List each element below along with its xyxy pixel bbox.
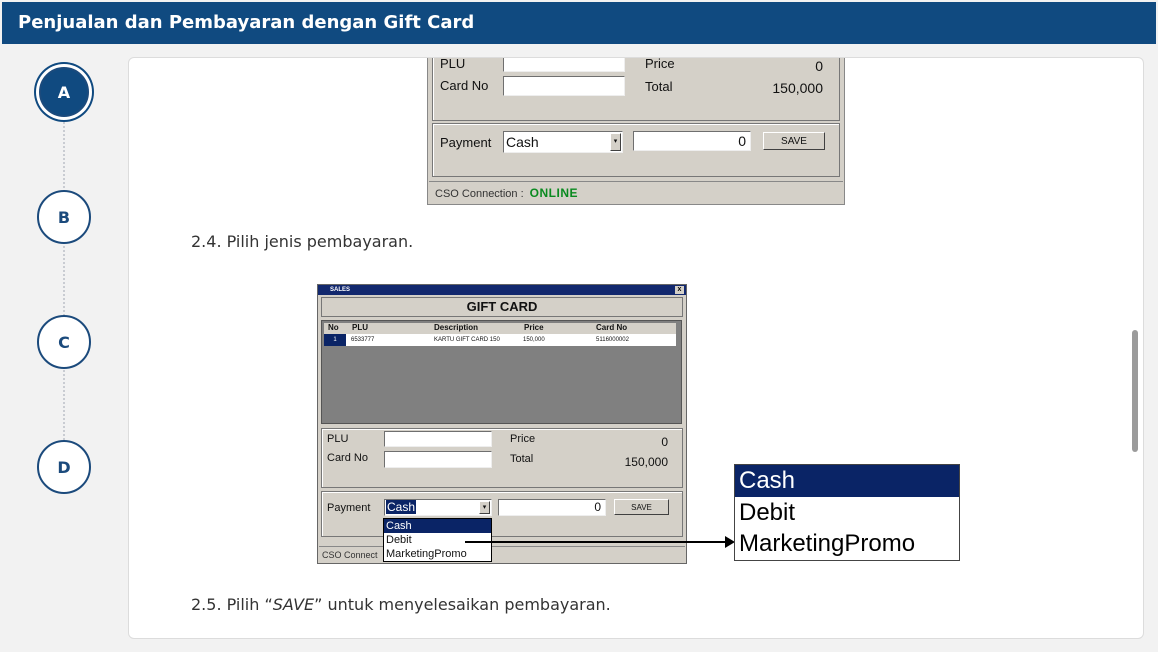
- status-label: CSO Connect: [322, 550, 378, 560]
- payment-group: Payment Cash ▾ 0 SAVE: [321, 491, 683, 537]
- payment-select-value: Cash: [386, 500, 417, 514]
- stepper-line: [63, 118, 65, 468]
- input-group: PLU Card No Price 0 Total 150,000: [321, 428, 683, 488]
- col-no: No: [328, 323, 339, 332]
- pos-window-top: PLU Card No Price 0 Total 150,000 Paymen…: [427, 57, 845, 205]
- step-d[interactable]: D: [37, 440, 91, 494]
- payment-select-value: Cash: [506, 134, 539, 150]
- cardno-label: Card No: [327, 452, 368, 464]
- step-c[interactable]: C: [37, 315, 91, 369]
- callout-arrow-line: [465, 541, 729, 543]
- input-group: PLU Card No Price 0 Total 150,000: [432, 57, 840, 121]
- row-price: 150,000: [523, 337, 545, 343]
- content-card: PLU Card No Price 0 Total 150,000 Paymen…: [128, 57, 1144, 639]
- amount-field[interactable]: 0: [498, 499, 606, 516]
- payment-label: Payment: [327, 502, 371, 514]
- status-bar: CSO Connect: [319, 546, 685, 562]
- option-cash[interactable]: Cash: [384, 519, 491, 533]
- zoomed-payment-options: Cash Debit MarketingPromo: [734, 464, 960, 561]
- scrollbar-thumb[interactable]: [1132, 330, 1138, 452]
- payment-select[interactable]: Cash ▾: [503, 131, 623, 153]
- amount-field[interactable]: 0: [633, 131, 751, 151]
- total-value: 150,000: [624, 455, 668, 469]
- save-button[interactable]: SAVE: [763, 132, 825, 150]
- zoom-option-marketingpromo: MarketingPromo: [739, 530, 916, 557]
- payment-group: Payment Cash ▾ 0 SAVE: [432, 123, 840, 177]
- option-debit[interactable]: Debit: [384, 533, 491, 547]
- step-b[interactable]: B: [37, 190, 91, 244]
- plu-label: PLU: [327, 433, 349, 445]
- instruction-2-5-suffix: ” untuk menyelesaikan pembayaran.: [314, 595, 611, 614]
- sales-window: SALES x GIFT CARD No PLU Description Pri…: [317, 284, 687, 564]
- chevron-down-icon[interactable]: ▾: [479, 501, 490, 514]
- status-online: ONLINE: [529, 186, 578, 200]
- cardno-label: Card No: [440, 78, 489, 93]
- instruction-2-5-emph: SAVE: [272, 595, 315, 614]
- zoom-option-cash: Cash: [735, 465, 959, 497]
- plu-field[interactable]: [503, 58, 625, 72]
- col-description: Description: [434, 323, 479, 332]
- items-grid: No PLU Description Price Card No 1 65337…: [321, 320, 682, 424]
- grid-header: No PLU Description Price Card No: [324, 323, 676, 334]
- plu-field[interactable]: [384, 431, 492, 447]
- price-value: 0: [815, 58, 823, 74]
- close-icon[interactable]: x: [675, 286, 684, 294]
- price-label: Price: [645, 57, 675, 71]
- cardno-field[interactable]: [503, 76, 625, 96]
- row-cardno: 5116000002: [596, 337, 629, 343]
- gift-card-banner: GIFT CARD: [321, 297, 683, 317]
- total-value: 150,000: [772, 80, 823, 96]
- price-value: 0: [661, 435, 668, 449]
- save-button[interactable]: SAVE: [614, 499, 669, 515]
- table-row[interactable]: 1 6533777 KARTU GIFT CARD 150 150,000 51…: [324, 334, 676, 346]
- col-price: Price: [524, 323, 544, 332]
- instruction-2-5: 2.5. Pilih “SAVE” untuk menyelesaikan pe…: [191, 595, 611, 614]
- status-bar: CSO Connection : ONLINE: [429, 181, 843, 203]
- col-cardno: Card No: [596, 323, 628, 332]
- instruction-2-4: 2.4. Pilih jenis pembayaran.: [191, 232, 414, 251]
- price-label: Price: [510, 433, 536, 445]
- window-title: SALES: [330, 287, 351, 293]
- page-header: Penjualan dan Pembayaran dengan Gift Car…: [2, 2, 1156, 44]
- chevron-down-icon[interactable]: ▾: [610, 133, 621, 151]
- step-a[interactable]: A: [39, 67, 89, 117]
- page-title: Penjualan dan Pembayaran dengan Gift Car…: [18, 12, 475, 33]
- plu-label: PLU: [440, 57, 466, 71]
- instruction-2-5-prefix: 2.5. Pilih “: [191, 595, 273, 614]
- option-marketingpromo[interactable]: MarketingPromo: [384, 547, 491, 561]
- window-titlebar: SALES x: [318, 285, 686, 295]
- col-plu: PLU: [352, 323, 368, 332]
- cardno-field[interactable]: [384, 451, 492, 468]
- status-label: CSO Connection :: [435, 188, 524, 200]
- zoom-option-debit: Debit: [739, 499, 796, 526]
- payment-dropdown-list: Cash Debit MarketingPromo: [383, 518, 492, 562]
- row-plu: 6533777: [351, 337, 375, 343]
- payment-label: Payment: [440, 135, 492, 150]
- total-label: Total: [645, 79, 673, 94]
- row-description: KARTU GIFT CARD 150: [434, 337, 500, 343]
- total-label: Total: [510, 453, 534, 465]
- row-no: 1: [324, 334, 346, 346]
- payment-select[interactable]: Cash ▾: [384, 499, 492, 516]
